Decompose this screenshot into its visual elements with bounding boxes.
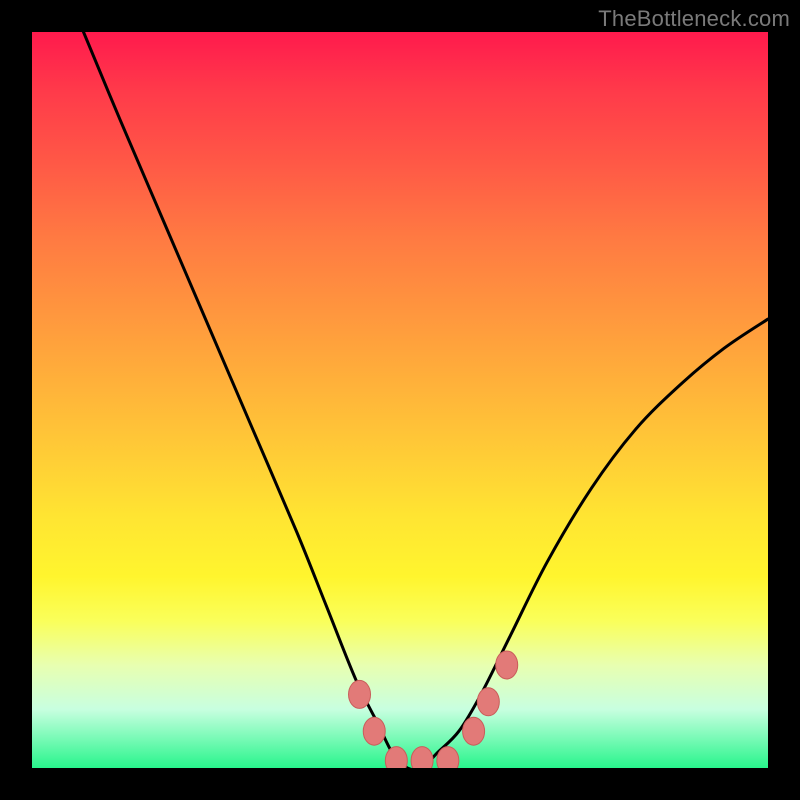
curve-marker (496, 651, 518, 679)
curve-marker (385, 747, 407, 768)
curve-marker (363, 717, 385, 745)
chart-frame: TheBottleneck.com (0, 0, 800, 800)
attribution-label: TheBottleneck.com (598, 6, 790, 32)
bottleneck-curve (32, 32, 768, 768)
curve-marker (463, 717, 485, 745)
curve-marker (477, 688, 499, 716)
curve-marker (349, 680, 371, 708)
plot-area (32, 32, 768, 768)
curve-marker (411, 747, 433, 768)
